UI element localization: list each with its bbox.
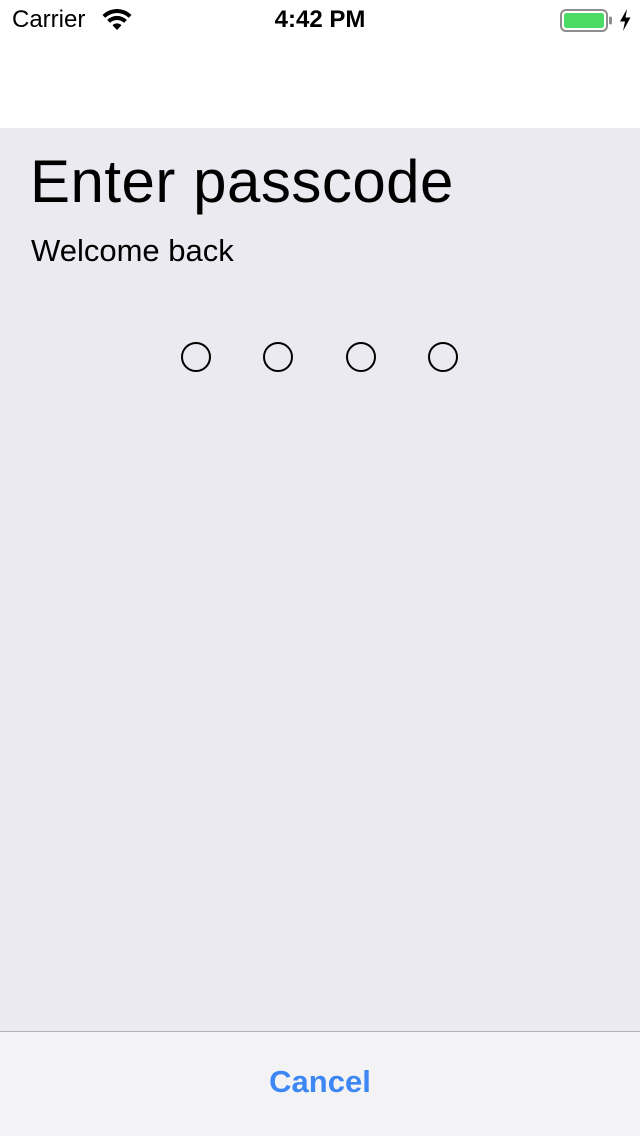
passcode-screen: Enter passcode Welcome back: [0, 128, 640, 1031]
passcode-dot: [180, 342, 211, 372]
bottom-toolbar: Cancel: [0, 1031, 640, 1136]
passcode-dot: [345, 342, 376, 372]
cancel-button[interactable]: Cancel: [0, 1062, 640, 1102]
status-bar: Carrier 4:42 PM: [0, 0, 640, 40]
battery-icon: [560, 9, 612, 32]
navigation-bar: [0, 40, 640, 128]
page-title: Enter passcode: [30, 148, 454, 215]
charging-bolt-icon: [620, 9, 631, 31]
passcode-dot: [428, 342, 458, 372]
passcode-dot: [263, 342, 293, 372]
battery-level-fill: [564, 13, 604, 28]
status-time: 4:42 PM: [274, 6, 366, 33]
passcode-indicator: [0, 342, 640, 374]
welcome-subtitle: Welcome back: [31, 233, 234, 268]
